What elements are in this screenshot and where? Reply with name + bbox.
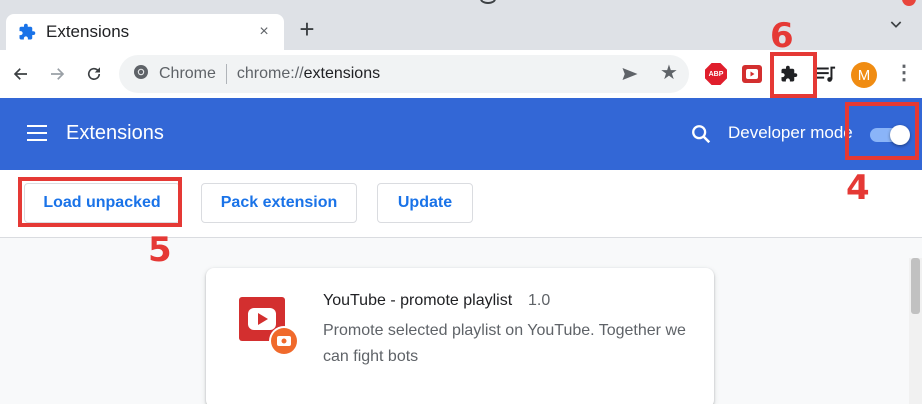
tab-extensions[interactable]: Extensions × <box>6 14 284 50</box>
annotation-box-load-unpacked <box>18 177 182 227</box>
puzzle-icon <box>18 23 36 41</box>
extension-version: 1.0 <box>528 292 551 309</box>
youtube-promote-icon <box>239 297 299 356</box>
url-path: extensions <box>303 65 381 82</box>
forward-arrow-icon[interactable] <box>45 62 69 86</box>
url-text: chrome://extensions <box>237 65 380 83</box>
back-arrow-icon[interactable] <box>9 62 33 86</box>
update-button[interactable]: Update <box>377 183 473 223</box>
extensions-header: Extensions Developer mode <box>0 98 922 170</box>
search-icon[interactable] <box>690 123 712 145</box>
developer-mode-label: Developer mode <box>728 123 853 142</box>
avatar[interactable]: M <box>851 62 877 88</box>
annotation-box-extensions-button <box>770 52 817 98</box>
url-prefix: chrome:// <box>236 65 304 82</box>
adblock-plus-icon[interactable]: ABP <box>704 62 728 86</box>
extension-card: YouTube - promote playlist 1.0 Promote s… <box>206 268 714 404</box>
address-bar[interactable]: Chrome chrome://extensions ★ <box>119 55 689 93</box>
scrollbar-thumb[interactable] <box>911 258 920 314</box>
hamburger-menu-icon[interactable] <box>27 125 47 141</box>
abp-badge: ABP <box>705 63 727 85</box>
new-tab-button[interactable]: + <box>294 16 320 43</box>
reload-icon[interactable] <box>82 62 106 86</box>
annotation-number-6: 6 <box>770 16 794 56</box>
send-icon[interactable] <box>621 65 639 83</box>
page-title: Extensions <box>66 122 164 144</box>
site-label: Chrome <box>159 65 216 82</box>
chrome-logo-icon <box>133 64 149 85</box>
more-menu-icon[interactable]: ⋮ <box>894 62 914 86</box>
star-icon[interactable]: ★ <box>659 63 679 83</box>
chevron-down-icon[interactable] <box>884 16 908 40</box>
annotation-number-4: 4 <box>846 168 870 208</box>
extension-name: YouTube - promote playlist <box>323 292 513 309</box>
annotation-box-developer-toggle <box>845 102 919 160</box>
playlist-icon[interactable] <box>814 62 838 86</box>
annotation-number-5: 5 <box>148 230 172 270</box>
window-close-dot[interactable] <box>902 0 916 6</box>
scrollbar[interactable] <box>909 258 922 404</box>
omnibox-separator <box>225 64 227 84</box>
extensions-list: YouTube - promote playlist 1.0 Promote s… <box>0 238 922 404</box>
youtube-extension-icon[interactable] <box>740 62 764 86</box>
partial-glyph <box>480 0 496 4</box>
pack-extension-button[interactable]: Pack extension <box>201 183 357 223</box>
close-icon[interactable]: × <box>254 23 274 41</box>
extension-description: Promote selected playlist on YouTube. To… <box>323 322 686 365</box>
tab-title: Extensions <box>46 22 130 41</box>
